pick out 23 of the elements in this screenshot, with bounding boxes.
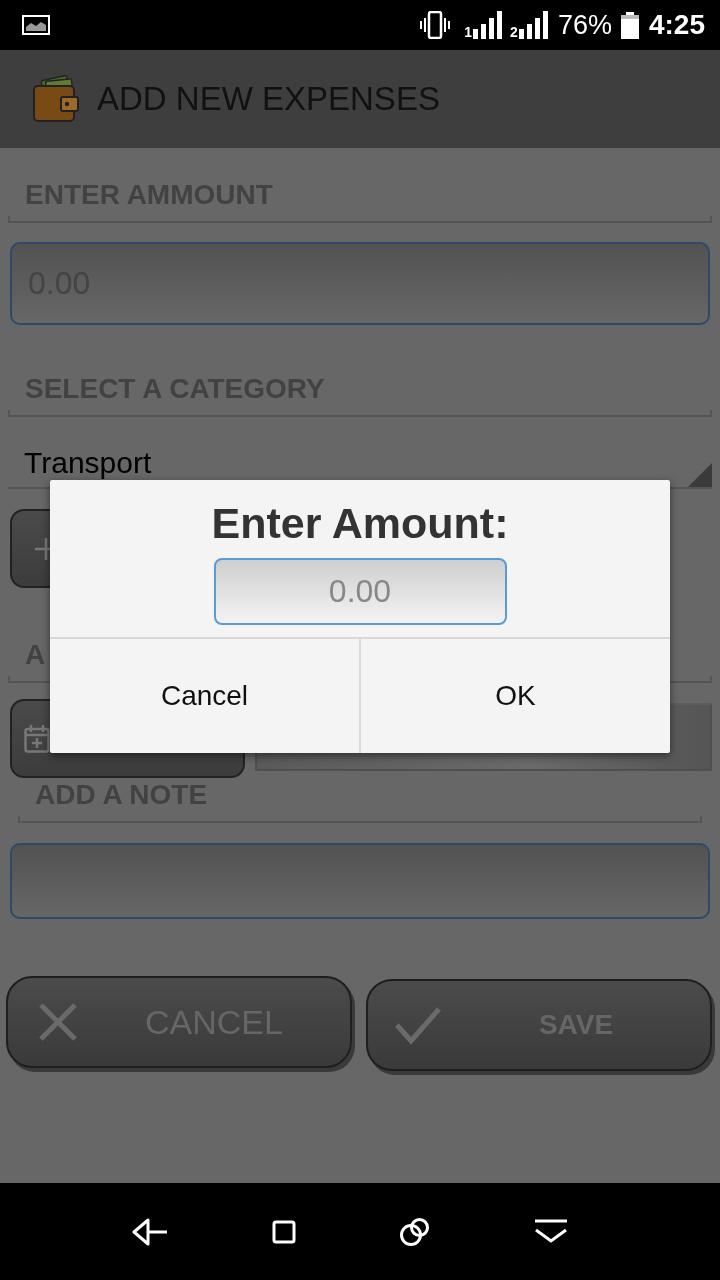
clock-time: 4:25 (648, 9, 705, 41)
check-icon (394, 1005, 442, 1045)
dialog-button[interactable]: OK (359, 639, 670, 753)
vibrate-icon (420, 11, 451, 39)
dropdown-corner-icon (688, 463, 712, 487)
chevron-down-icon[interactable] (534, 1218, 568, 1245)
calendar-icon (24, 724, 50, 753)
dialog-button[interactable]: Cancel (50, 639, 359, 753)
dialog-title: Enter Amount: (211, 498, 509, 549)
note-input[interactable] (10, 843, 710, 919)
back-icon[interactable] (132, 1216, 168, 1247)
square-icon[interactable] (272, 1219, 296, 1244)
dialog-amount-input[interactable]: 0.00 (213, 558, 507, 625)
battery-icon (620, 11, 639, 39)
close-icon (38, 1002, 78, 1042)
signal-icon (473, 11, 504, 39)
signal-icon (518, 11, 549, 39)
sim-number: 2 (510, 25, 518, 39)
image-icon (22, 15, 50, 35)
overlapping-circles-icon[interactable] (400, 1216, 430, 1247)
sim-number: 1 (464, 25, 473, 39)
wallet-icon (32, 75, 80, 123)
battery-percent: 76% (557, 9, 612, 41)
